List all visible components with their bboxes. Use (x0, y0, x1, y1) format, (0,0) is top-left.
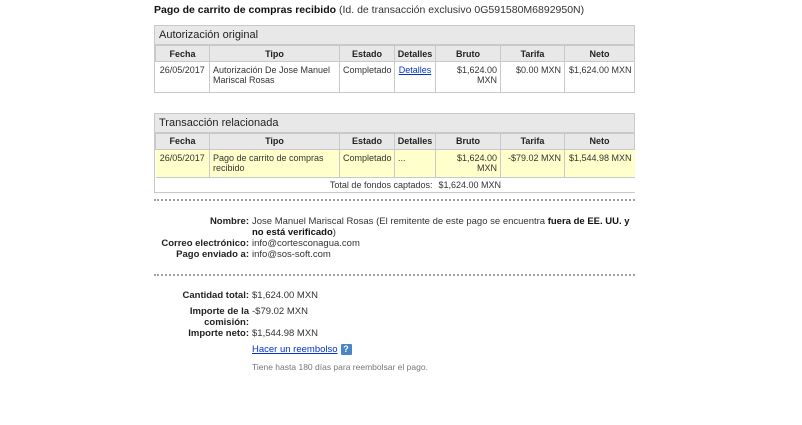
original-authorization-title: Autorización original (155, 26, 634, 45)
total-amount-value: $1,624.00 MXN (252, 289, 319, 301)
transaction-id: (Id. de transacción exclusivo 0G591580M6… (338, 4, 585, 16)
table-header-row: Fecha Tipo Estado Detalles Bruto Tarifa … (155, 45, 635, 62)
sender-note-end: ) (332, 226, 336, 238)
col-tipo: Tipo (209, 132, 340, 150)
sender-name-label: Nombre: (209, 215, 249, 227)
transaction-details: Pago de carrito de compras recibido (Id.… (154, 3, 635, 373)
total-funds-value: $1,624.00 MXN (435, 176, 635, 192)
sender-note: (El remitente de este pago se encuentra (376, 215, 546, 227)
col-estado: Estado (339, 45, 395, 62)
cell-tipo: Pago de carrito de compras recibido (209, 149, 340, 177)
refund-note: Tiene hasta 180 días para reembolsar el … (252, 361, 428, 372)
page-title: Pago de carrito de compras recibido (Id.… (154, 3, 635, 19)
col-fecha: Fecha (155, 132, 210, 150)
col-bruto: Bruto (435, 132, 501, 150)
related-transaction-title: Transacción relacionada (155, 113, 634, 133)
cell-detalles: Detalles (394, 61, 436, 92)
cell-bruto: $1,624.00 MXN (435, 149, 501, 177)
fee-value: -$79.02 MXN (252, 305, 308, 317)
net-amount-label: Importe neto: (188, 327, 249, 339)
fee-label: Importe de la comisión: (189, 305, 249, 328)
col-tarifa: Tarifa (500, 45, 565, 62)
cell-neto: $1,624.00 MXN (568, 65, 632, 75)
cell-tarifa: -$79.02 MXN (500, 149, 565, 177)
help-icon[interactable]: ? (340, 343, 352, 355)
total-amount-label: Cantidad total: (182, 289, 250, 301)
net-amount-row: Importe neto: $1,544.98 MXN (154, 328, 635, 339)
refund-link[interactable]: Hacer un reembolso (252, 344, 338, 355)
cell-estado: Completado (339, 61, 395, 92)
total-row: Total de fondos captados: $1,624.00 MXN (155, 176, 635, 192)
sender-email-row: Correo electrónico: info@cortesconagua.c… (154, 238, 635, 249)
table-header-row: Fecha Tipo Estado Detalles Bruto Tarifa … (155, 132, 635, 150)
sent-to-value: info@sos-soft.com (252, 248, 331, 260)
fee-row: Importe de la comisión: -$79.02 MXN (154, 306, 635, 328)
net-amount-value: $1,544.98 MXN (252, 327, 319, 339)
sent-to-label: Pago enviado a: (176, 248, 249, 260)
related-transaction-section: Transacción relacionada Fecha Tipo Estad… (154, 112, 635, 193)
sent-to-row: Pago enviado a: info@sos-soft.com (154, 249, 635, 260)
col-estado: Estado (339, 132, 395, 150)
cell-fecha: 26/05/2017 (155, 149, 210, 177)
table-row: 26/05/2017 Autorización De Jose Manuel M… (155, 61, 635, 92)
cell-neto: $1,544.98 MXN (564, 149, 635, 177)
col-tipo: Tipo (209, 45, 340, 62)
cell-estado: Completado (339, 149, 395, 177)
sender-email-value: info@cortesconagua.com (252, 237, 360, 249)
cell-fecha: 26/05/2017 (155, 61, 210, 92)
col-bruto: Bruto (435, 45, 501, 62)
original-authorization-section: Autorización original Fecha Tipo Estado … (154, 25, 635, 93)
table-row: 26/05/2017 Pago de carrito de compras re… (155, 149, 635, 177)
col-detalles: Detalles (394, 45, 436, 62)
col-tarifa: Tarifa (500, 132, 565, 150)
sender-info: Nombre: Jose Manuel Mariscal Rosas (El r… (154, 216, 635, 260)
amounts-section: Cantidad total: $1,624.00 MXN Importe de… (154, 290, 635, 373)
divider (154, 198, 635, 201)
cell-bruto: $1,624.00 MXN (435, 61, 501, 92)
detalles-link[interactable]: Detalles (399, 65, 432, 75)
sender-name-value: Jose Manuel Mariscal Rosas (El remitente… (252, 216, 635, 238)
col-detalles: Detalles (394, 132, 436, 150)
cell-detalles: ... (394, 149, 436, 177)
total-funds-label: Total de fondos captados: (155, 176, 436, 192)
col-fecha: Fecha (155, 45, 210, 62)
col-neto: Neto (564, 45, 635, 62)
cell-tipo: Autorización De Jose Manuel Mariscal Ros… (209, 61, 340, 92)
original-authorization-table: Fecha Tipo Estado Detalles Bruto Tarifa … (155, 45, 635, 92)
sender-email-label: Correo electrónico: (161, 237, 249, 249)
sender-name-row: Nombre: Jose Manuel Mariscal Rosas (El r… (154, 216, 635, 238)
related-transaction-table: Fecha Tipo Estado Detalles Bruto Tarifa … (155, 132, 635, 192)
cell-tarifa: $0.00 MXN (500, 61, 565, 92)
sender-name: Jose Manuel Mariscal Rosas (252, 215, 374, 227)
refund-block: Hacer un reembolso? Tiene hasta 180 días… (252, 343, 635, 373)
col-neto: Neto (564, 132, 635, 150)
total-amount-row: Cantidad total: $1,624.00 MXN (154, 290, 635, 301)
page-title-text: Pago de carrito de compras recibido (154, 4, 337, 16)
divider (154, 273, 635, 276)
